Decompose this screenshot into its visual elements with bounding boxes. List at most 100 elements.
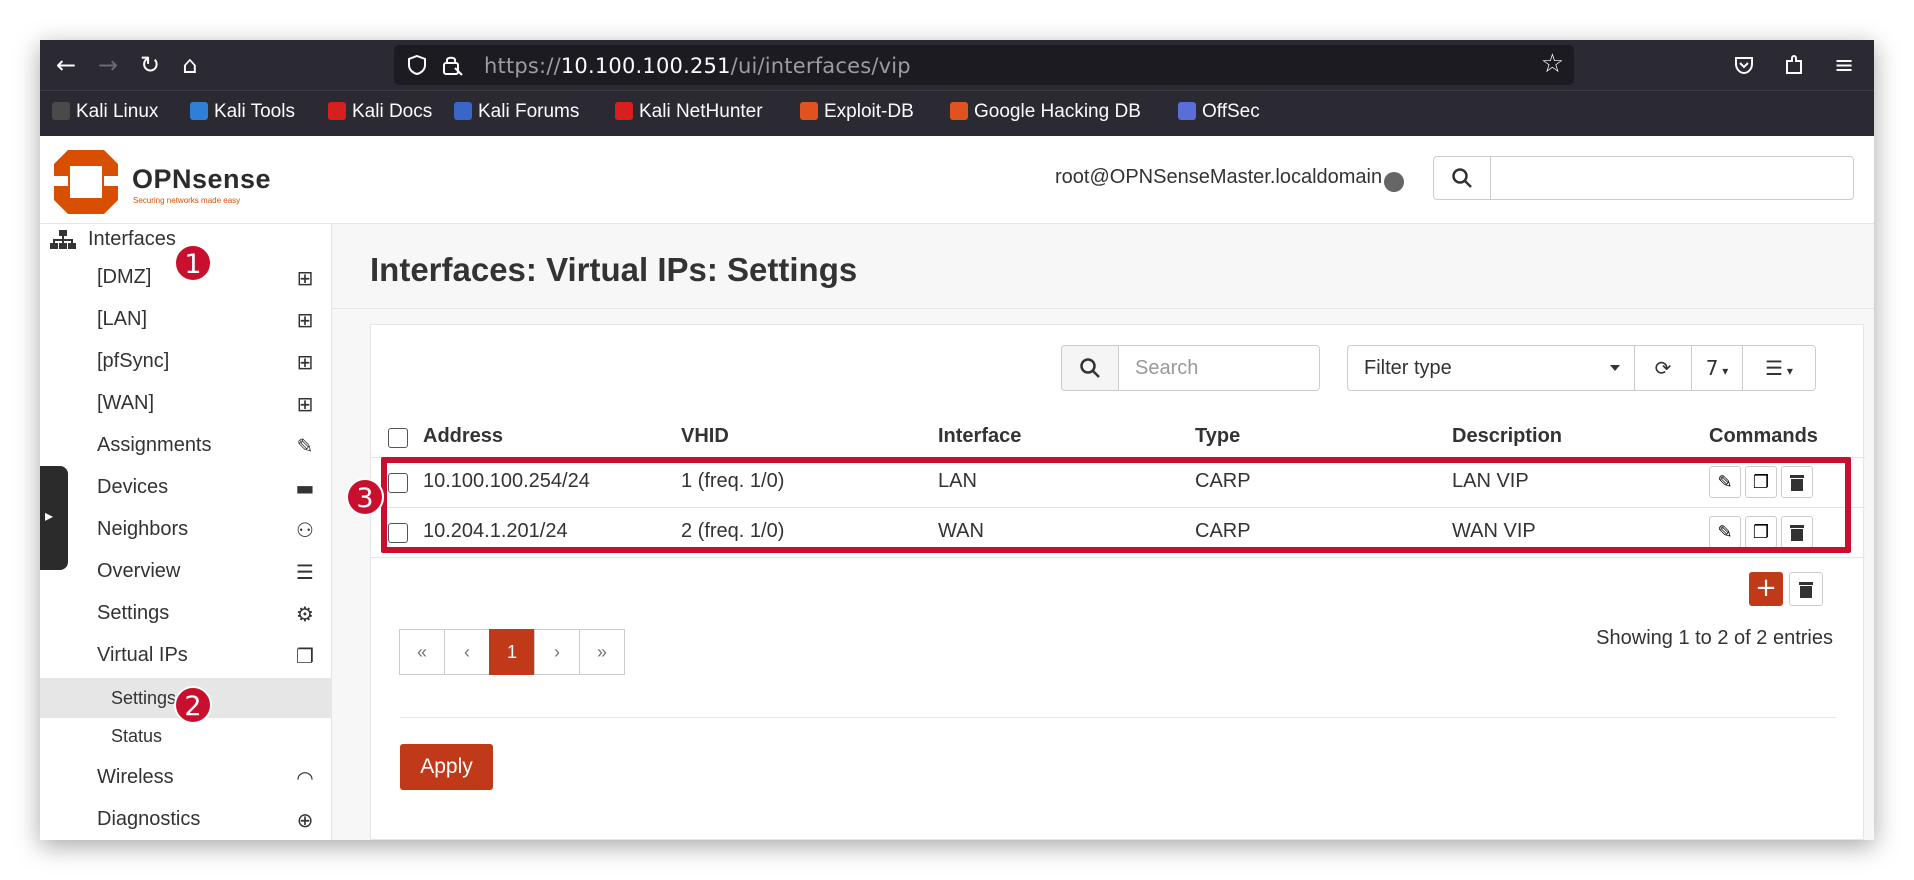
grid-search-input[interactable]: Search (1118, 345, 1320, 391)
google-hacking-db-icon (950, 102, 968, 120)
pencil-icon: ✎ (296, 434, 314, 458)
opnsense-page: OPNsense Securing networks made easy roo… (40, 136, 1874, 840)
sidebar-item-label: Overview (97, 560, 181, 582)
sidebar-section-label: Interfaces (88, 228, 176, 250)
sidebar-item-pfsync[interactable]: [pfSync] ⊞ (40, 342, 332, 382)
sidebar-item-wan[interactable]: [WAN] ⊞ (40, 384, 332, 424)
filter-type-select[interactable]: Filter type (1347, 345, 1635, 391)
forward-icon[interactable]: → (92, 50, 124, 80)
column-header-type[interactable]: Type (1195, 425, 1240, 448)
shield-icon (408, 54, 426, 76)
vip-grid-panel: Search Filter type ⟳ 7 ▾ ☰ ▾ Address VHI… (370, 324, 1865, 840)
sitemap-icon (50, 230, 76, 249)
sidebar-item-label: Devices (97, 476, 169, 498)
back-icon[interactable]: ← (50, 50, 82, 80)
header-search-input[interactable] (1490, 156, 1854, 200)
list-icon: ☰ (1765, 356, 1784, 380)
bookmark-kali-forums[interactable]: Kali Forums (454, 101, 579, 123)
sidebar-item-neighbors[interactable]: Neighbors ⚇ (40, 510, 332, 550)
sidebar-item-label: Neighbors (97, 518, 189, 540)
pocket-icon[interactable] (1728, 50, 1760, 80)
sidebar-toggle[interactable]: ▸ (40, 466, 68, 570)
bookmark-star-icon[interactable]: ☆ (1541, 49, 1564, 79)
header-search-button[interactable] (1433, 156, 1491, 200)
app-header: OPNsense Securing networks made easy roo… (40, 136, 1874, 224)
table-bottom-border (371, 557, 1865, 558)
menu-icon[interactable]: ≡ (1828, 50, 1860, 80)
bookmark-kali-nethunter[interactable]: Kali NetHunter (615, 101, 763, 123)
page-last-button[interactable]: » (579, 629, 625, 675)
sidebar-item-diagnostics[interactable]: Diagnostics ⊕ (40, 800, 332, 840)
clone-icon: ❐ (296, 644, 314, 668)
home-icon[interactable]: ⌂ (174, 50, 206, 80)
bookmark-exploit-db[interactable]: Exploit-DB (800, 101, 914, 123)
annotation-badge-3: 3 (346, 478, 384, 516)
logo-tagline: Securing networks made easy (133, 196, 241, 205)
add-button[interactable]: + (1749, 572, 1783, 606)
sidebar-item-label: [DMZ] (97, 266, 152, 288)
browser-toolbar: ← → ↻ ⌂ https://10.100.100.251/ui/interf… (40, 40, 1874, 90)
column-header-interface[interactable]: Interface (938, 425, 1021, 448)
reload-icon[interactable]: ↻ (134, 50, 166, 80)
sidebar-item-label: Status (111, 726, 163, 746)
sidebar-item-label: [WAN] (97, 392, 155, 414)
page-size-select[interactable]: 7 ▾ (1691, 345, 1743, 391)
sidebar: Interfaces [DMZ] ⊞ [LAN] ⊞ [pfSync] ⊞ [WAN]… (40, 224, 332, 840)
page-current-button[interactable]: 1 (489, 629, 535, 675)
filter-type-label: Filter type (1364, 357, 1452, 379)
sidebar-item-label: [pfSync] (97, 350, 170, 372)
kali-linux-icon (52, 102, 70, 120)
annotation-highlight-box (381, 457, 1851, 553)
sidebar-item-label: Wireless (97, 766, 174, 788)
trash-icon (1799, 582, 1813, 598)
kali-nethunter-icon (615, 102, 633, 120)
search-icon (1080, 358, 1100, 378)
sidebar-item-settings[interactable]: Settings ⚙ (40, 594, 332, 634)
sidebar-item-wireless[interactable]: Wireless ◠ (40, 758, 332, 798)
bookmark-kali-tools[interactable]: Kali Tools (190, 101, 295, 123)
opnsense-logo-icon[interactable] (50, 146, 122, 218)
users-icon: ⚇ (296, 518, 314, 542)
extensions-icon[interactable] (1778, 50, 1810, 80)
sidebar-item-label: [LAN] (97, 308, 148, 330)
sidebar-item-overview[interactable]: Overview ☰ (40, 552, 332, 592)
caret-right-icon: ▸ (45, 508, 54, 525)
kali-docs-icon (328, 102, 346, 120)
bookmark-kali-docs[interactable]: Kali Docs (328, 101, 432, 123)
archive-icon: ▬ (295, 476, 315, 500)
page-next-button[interactable]: › (534, 629, 580, 675)
sidebar-item-vip-status[interactable]: Status (40, 718, 332, 758)
bookmarks-bar: Kali Linux Kali Tools Kali Docs Kali For… (40, 90, 1874, 136)
column-header-address[interactable]: Address (423, 425, 503, 448)
bookmark-kali-linux[interactable]: Kali Linux (52, 101, 158, 123)
page-first-button[interactable]: « (399, 629, 445, 675)
select-all-checkbox[interactable] (388, 428, 408, 448)
sidebar-item-lan[interactable]: [LAN] ⊞ (40, 300, 332, 340)
annotation-badge-1: 1 (174, 244, 212, 282)
kali-tools-icon (190, 102, 208, 120)
columns-select[interactable]: ☰ ▾ (1742, 345, 1816, 391)
page-prev-button[interactable]: ‹ (444, 629, 490, 675)
bulk-delete-button[interactable] (1789, 572, 1823, 606)
bookmark-offsec[interactable]: OffSec (1178, 101, 1260, 123)
cogs-icon: ⚙ (296, 602, 314, 626)
sidebar-item-label: Settings (97, 602, 170, 624)
bookmark-google-hacking-db[interactable]: Google Hacking DB (950, 101, 1141, 123)
sidebar-item-assignments[interactable]: Assignments ✎ (40, 426, 332, 466)
sidebar-item-label: Diagnostics (97, 808, 201, 830)
grid-search-button[interactable] (1061, 345, 1119, 391)
kali-forums-icon (454, 102, 472, 120)
apply-button[interactable]: Apply (400, 744, 493, 790)
caret-down-icon: ▾ (1783, 364, 1793, 378)
annotation-badge-2: 2 (174, 686, 212, 724)
url-text: https://10.100.100.251/ui/interfaces/vip (484, 54, 911, 78)
column-header-description[interactable]: Description (1452, 425, 1562, 448)
column-header-vhid[interactable]: VHID (681, 425, 729, 448)
page-size-value: 7 (1705, 356, 1719, 380)
url-bar[interactable]: https://10.100.100.251/ui/interfaces/vip… (394, 45, 1574, 85)
sidebar-item-devices[interactable]: Devices ▬ (40, 468, 332, 508)
panel-divider (400, 717, 1836, 718)
sidebar-item-virtual-ips[interactable]: Virtual IPs ❐ (40, 636, 332, 676)
refresh-button[interactable]: ⟳ (1634, 345, 1692, 391)
logged-in-user[interactable]: root@OPNSenseMaster.localdomain (1055, 166, 1382, 189)
